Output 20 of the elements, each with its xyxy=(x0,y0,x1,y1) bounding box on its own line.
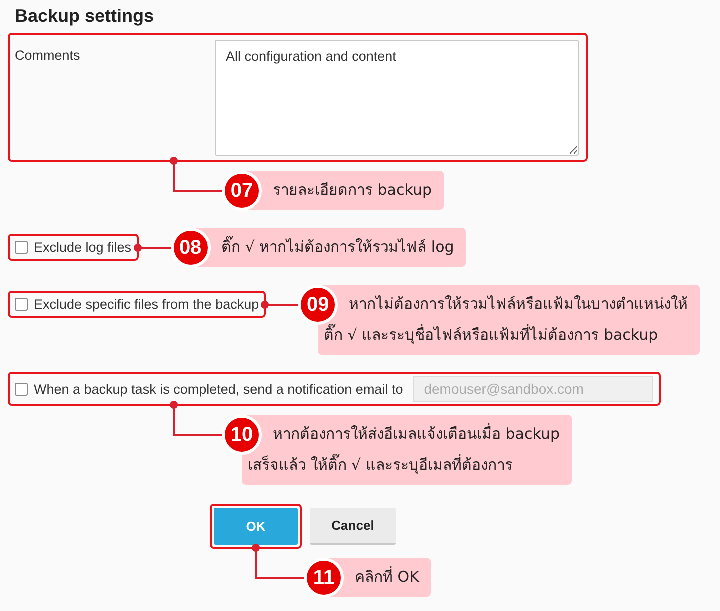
leader-line xyxy=(170,157,222,193)
checkbox-label: When a backup task is completed, send a notification email to xyxy=(34,382,404,396)
leader-line xyxy=(261,300,298,308)
step-number-badge: 10 xyxy=(222,415,262,455)
step-number-badge: 08 xyxy=(170,228,211,268)
step-number-badge: 11 xyxy=(304,558,344,598)
field-label: Comments xyxy=(15,47,82,64)
section-title: Backup settings xyxy=(14,5,154,28)
step-number-badge: 09 xyxy=(298,285,338,325)
leader-line xyxy=(252,544,304,580)
leader-line xyxy=(134,244,171,252)
step-number-badge: 07 xyxy=(222,171,262,211)
comments-textarea[interactable]: All configuration and content xyxy=(215,40,579,156)
checkbox[interactable] xyxy=(15,382,28,396)
checkbox[interactable] xyxy=(15,298,28,311)
checkbox[interactable] xyxy=(15,241,28,254)
cancel-button[interactable]: Cancel xyxy=(310,508,396,545)
checkbox-label: Exclude specific files from the backup xyxy=(34,297,260,312)
leader-line xyxy=(170,401,222,437)
checkbox-label: Exclude log files xyxy=(34,240,132,255)
